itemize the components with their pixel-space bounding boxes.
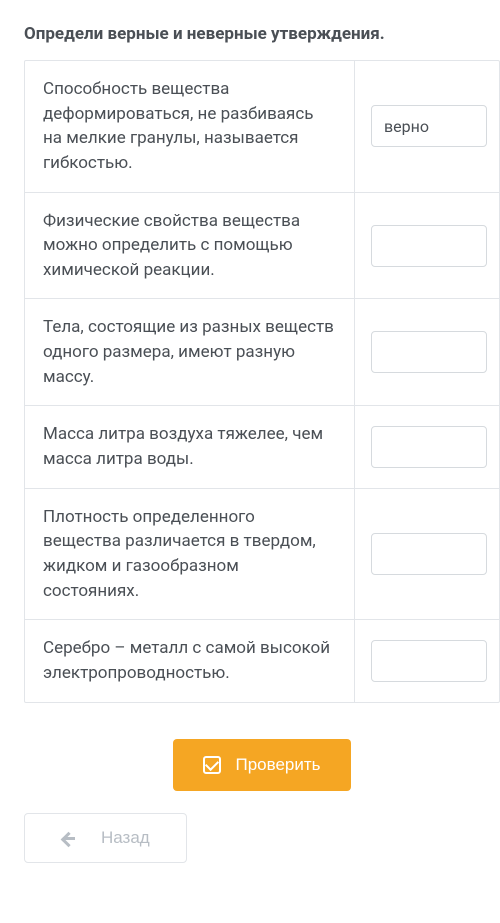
table-row: Серебро – металл с самой высокой электро… bbox=[25, 620, 499, 701]
answer-cell bbox=[355, 489, 499, 620]
answer-cell: верно bbox=[355, 61, 499, 192]
statements-table: Способность вещества деформироваться, не… bbox=[24, 60, 500, 703]
statement-cell: Масса литра воздуха тяжелее, чем масса л… bbox=[25, 406, 355, 487]
answer-select[interactable] bbox=[371, 331, 487, 373]
back-button[interactable]: Назад bbox=[24, 813, 187, 863]
back-button-label: Назад bbox=[101, 828, 150, 848]
table-row: Плотность определенного вещества различа… bbox=[25, 489, 499, 621]
answer-select[interactable] bbox=[371, 640, 487, 682]
answer-select[interactable]: верно bbox=[371, 105, 487, 147]
table-row: Физические свойства вещества можно опред… bbox=[25, 193, 499, 300]
check-button[interactable]: Проверить bbox=[173, 739, 350, 791]
table-row: Способность вещества деформироваться, не… bbox=[25, 61, 499, 193]
arrow-left-icon bbox=[61, 831, 75, 845]
statement-cell: Тела, состоящие из разных веществ одного… bbox=[25, 299, 355, 405]
answer-cell bbox=[355, 299, 499, 405]
check-button-label: Проверить bbox=[235, 755, 320, 775]
table-row: Тела, состоящие из разных веществ одного… bbox=[25, 299, 499, 406]
answer-cell bbox=[355, 620, 499, 701]
actions-row: Проверить bbox=[24, 739, 500, 791]
statement-cell: Способность вещества деформироваться, не… bbox=[25, 61, 355, 192]
back-row: Назад bbox=[24, 813, 500, 863]
answer-cell bbox=[355, 406, 499, 487]
statement-cell: Физические свойства вещества можно опред… bbox=[25, 193, 355, 299]
check-icon bbox=[203, 756, 221, 774]
page-title: Определи верные и неверные утверждения. bbox=[24, 24, 500, 44]
statement-cell: Серебро – металл с самой высокой электро… bbox=[25, 620, 355, 701]
answer-select[interactable] bbox=[371, 533, 487, 575]
answer-select[interactable] bbox=[371, 225, 487, 267]
table-row: Масса литра воздуха тяжелее, чем масса л… bbox=[25, 406, 499, 488]
answer-select[interactable] bbox=[371, 426, 487, 468]
answer-cell bbox=[355, 193, 499, 299]
statement-cell: Плотность определенного вещества различа… bbox=[25, 489, 355, 620]
